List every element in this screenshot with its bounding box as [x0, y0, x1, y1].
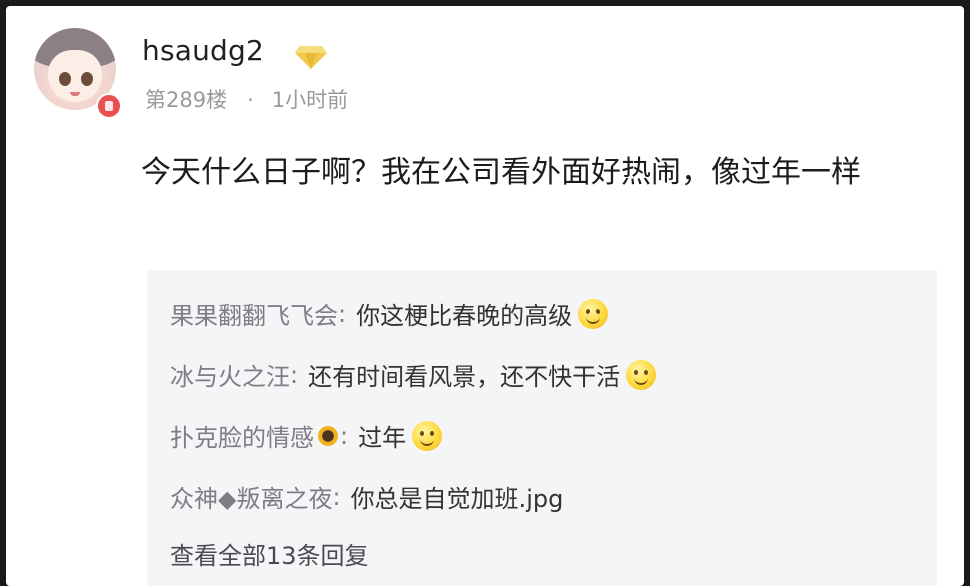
- view-all-replies-link[interactable]: 查看全部13条回复: [170, 536, 369, 571]
- avatar-eye-right: [81, 72, 93, 86]
- reply-author[interactable]: 冰与火之汪: [170, 357, 290, 392]
- reply-item[interactable]: 冰与火之汪: 还有时间看风景，还不快干活: [170, 357, 657, 392]
- meta-separator: ·: [247, 88, 254, 112]
- reply-author[interactable]: 果果翻翻飞飞会: [170, 296, 338, 331]
- reply-item[interactable]: 果果翻翻飞飞会: 你这梗比春晚的高级: [170, 296, 609, 331]
- reply-colon: :: [338, 299, 347, 328]
- reply-author[interactable]: 众神◆叛离之夜: [170, 479, 332, 514]
- sunflower-icon: [318, 425, 338, 446]
- avatar-eye-left: [59, 72, 71, 86]
- floor-number: 第289楼: [145, 88, 228, 112]
- reply-text: 你总是自觉加班.jpg: [350, 485, 564, 513]
- angry-face-icon: [578, 298, 609, 329]
- reply-text: 你这梗比春晚的高级: [356, 302, 573, 330]
- post-content: 今天什么日子啊？我在公司看外面好热闹，像过年一样: [141, 155, 861, 190]
- reply-colon: :: [332, 482, 341, 511]
- reply-list: 果果翻翻飞飞会: 你这梗比春晚的高级 冰与火之汪: 还有时间看风景，还不快干活 扑克…: [147, 270, 937, 586]
- reply-text: 还有时间看风景，还不快干活: [308, 363, 621, 391]
- user-level-badge-icon: [96, 93, 122, 119]
- reply-item[interactable]: 扑克脸的情感: 过年: [170, 418, 443, 453]
- vip-diamond-icon: [295, 46, 327, 69]
- comment-card: hsaudg2 第289楼 · 1小时前 今天什么日子啊？我在公司看外面好热闹，像过…: [6, 6, 964, 586]
- smile-face-icon: [626, 359, 657, 390]
- reply-colon: :: [340, 421, 349, 450]
- reply-item[interactable]: 众神◆叛离之夜: 你总是自觉加班.jpg: [170, 479, 563, 514]
- reply-text: 过年: [358, 424, 407, 452]
- reply-colon: :: [290, 360, 299, 389]
- username[interactable]: hsaudg2: [142, 34, 264, 67]
- post-time: 1小时前: [271, 88, 349, 112]
- reply-author[interactable]: 扑克脸的情感: [170, 418, 314, 453]
- post-meta: 第289楼 · 1小时前: [145, 84, 348, 114]
- smile-face-icon: [412, 420, 443, 451]
